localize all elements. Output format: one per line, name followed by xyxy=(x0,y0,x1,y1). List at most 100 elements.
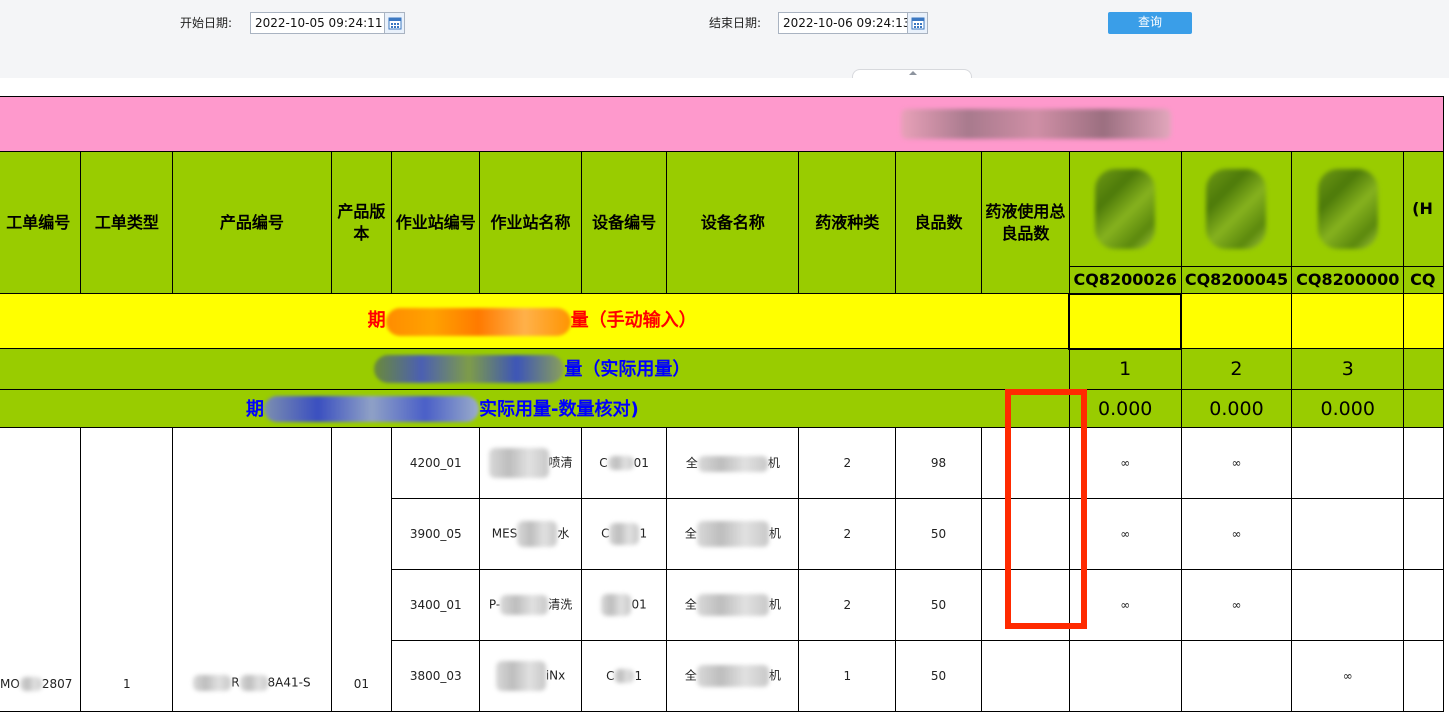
actual-usage-text: 量（实际用量） xyxy=(564,358,691,380)
report-title-row xyxy=(0,96,1444,152)
collapse-toggle[interactable] xyxy=(852,69,972,78)
table-row: MO 2807 1 R 8A41-S 01 4200_01 喷清 C 01 全机 2 … xyxy=(0,427,1444,712)
end-date-label: 结束日期: xyxy=(709,16,762,30)
equip-name-cell: 全机 xyxy=(666,427,800,499)
start-date-label: 开始日期: xyxy=(180,16,233,30)
good-qty-cell: 50 xyxy=(895,640,982,712)
redacted-mosaic xyxy=(1317,169,1378,249)
manual-input-row: 期量（手动输入） xyxy=(0,292,1444,350)
report-title xyxy=(0,96,1444,152)
start-calendar-button[interactable] xyxy=(384,13,404,33)
actual-check-label: 期实际用量-数量核对) xyxy=(0,389,1070,428)
station-no-cell: 4200_01 xyxy=(391,427,481,499)
col-chemical-total-good: 药液使用总良品数 xyxy=(980,151,1070,294)
station-name-cell: P- 清洗 xyxy=(479,569,582,641)
col-station-name: 作业站名称 xyxy=(479,151,582,294)
chem-type-cell: 1 xyxy=(798,640,897,712)
station-no-cell: 3900_05 xyxy=(391,498,481,570)
collapse-up-icon xyxy=(909,71,917,75)
manual-input-cell-2[interactable] xyxy=(1180,293,1293,349)
chem-3-cell xyxy=(1291,569,1405,641)
chem-2-cell: ∞ xyxy=(1180,498,1293,570)
chem-4-cell xyxy=(1403,569,1444,641)
end-calendar-button[interactable] xyxy=(907,13,927,33)
col-chemical-type: 药液种类 xyxy=(798,151,897,294)
chem-2-cell xyxy=(1180,640,1293,712)
actual-check-4 xyxy=(1403,389,1444,428)
calendar-icon xyxy=(911,17,925,30)
start-date-value: 2022-10-05 09:24:11 xyxy=(255,16,383,30)
chem-3-cell xyxy=(1291,498,1405,570)
redacted-mosaic xyxy=(1206,169,1267,249)
chem-3-cell: ∞ xyxy=(1291,640,1405,712)
annotation-highlight-box xyxy=(1005,389,1087,629)
manual-input-cell-3[interactable] xyxy=(1291,293,1405,349)
station-name-cell: iNx xyxy=(479,640,582,712)
good-qty-cell: 98 xyxy=(895,427,982,499)
start-date-input[interactable]: 2022-10-05 09:24:11 xyxy=(250,12,405,34)
col-equipment-name: 设备名称 xyxy=(666,151,800,294)
station-name-cell: MES 水 xyxy=(479,498,582,570)
chem-col-4-label: (H xyxy=(1403,151,1444,267)
filter-bar: 开始日期: 2022-10-05 09:24:11 结束日期: 2022-10-… xyxy=(0,0,1449,78)
chem-col-4-code: CQ xyxy=(1403,266,1444,294)
actual-check-2: 0.000 xyxy=(1180,389,1293,428)
header-row: 工单编号 工单类型 产品编号 产品版本 作业站编号 作业站名称 设备编号 设备名… xyxy=(0,151,1444,294)
work-order-no-cell: MO 2807 xyxy=(0,427,82,712)
work-order-type-cell: 1 xyxy=(80,427,174,712)
report-table: 工单编号 工单类型 产品编号 产品版本 作业站编号 作业站名称 设备编号 设备名… xyxy=(0,96,1444,712)
station-no-cell: 3400_01 xyxy=(391,569,481,641)
redacted-mosaic xyxy=(385,307,571,336)
col-work-order-no: 工单编号 xyxy=(0,151,82,294)
redacted-mosaic xyxy=(1095,169,1156,249)
equip-name-cell: 全机 xyxy=(666,640,800,712)
redacted-mosaic xyxy=(374,355,565,384)
manual-input-cell-4[interactable] xyxy=(1403,293,1444,349)
actual-usage-3: 3 xyxy=(1291,348,1405,390)
equip-no-cell: C1 xyxy=(580,498,668,570)
col-good-qty: 良品数 xyxy=(895,151,982,294)
col-equipment-no: 设备编号 xyxy=(580,151,668,294)
manual-input-cell-1[interactable] xyxy=(1068,292,1183,350)
chem-3-cell xyxy=(1291,427,1405,499)
manual-input-text: 量（手动输入） xyxy=(570,310,697,332)
chem-2-cell: ∞ xyxy=(1180,427,1293,499)
actual-usage-label: 量（实际用量） xyxy=(0,348,1070,390)
chem-type-cell: 2 xyxy=(798,427,897,499)
end-date-value: 2022-10-06 09:24:13 xyxy=(783,16,911,30)
chem-col-2-code: CQ8200045 xyxy=(1180,266,1293,294)
chem-col-3-code: CQ8200000 xyxy=(1291,266,1405,294)
chem-col-2-label xyxy=(1180,151,1293,267)
chem-type-cell: 2 xyxy=(798,498,897,570)
calendar-icon xyxy=(388,17,402,30)
col-work-order-type: 工单类型 xyxy=(80,151,174,294)
equip-no-cell: C1 xyxy=(580,640,668,712)
chem-col-1-label xyxy=(1068,151,1182,267)
actual-check-row: 期实际用量-数量核对) 0.000 0.000 0.000 xyxy=(0,389,1444,428)
end-date-input[interactable]: 2022-10-06 09:24:13 xyxy=(778,12,928,34)
chem-4-cell xyxy=(1403,640,1444,712)
chem-1-cell xyxy=(1068,640,1182,712)
chem-2-cell: ∞ xyxy=(1180,569,1293,641)
station-no-cell: 3800_03 xyxy=(391,640,481,712)
product-version-cell: 01 xyxy=(330,427,393,712)
actual-check-text: 实际用量-数量核对) xyxy=(479,398,639,420)
actual-usage-1: 1 xyxy=(1068,348,1182,390)
chem-4-cell xyxy=(1403,498,1444,570)
equip-name-cell: 全机 xyxy=(666,498,800,570)
actual-check-3: 0.000 xyxy=(1291,389,1405,428)
station-name-cell: 喷清 xyxy=(479,427,582,499)
query-button[interactable]: 查询 xyxy=(1108,12,1192,34)
equip-no-cell: 01 xyxy=(580,569,668,641)
redacted-mosaic xyxy=(264,396,480,423)
col-product-no: 产品编号 xyxy=(172,151,332,294)
product-no-cell: R 8A41-S xyxy=(172,427,332,712)
chem-col-1-code: CQ8200026 xyxy=(1068,266,1182,294)
col-product-version: 产品版本 xyxy=(330,151,393,294)
equip-name-cell: 全机 xyxy=(666,569,800,641)
chem-type-cell: 2 xyxy=(798,569,897,641)
actual-usage-4 xyxy=(1403,348,1444,390)
actual-usage-row: 量（实际用量） 1 2 3 xyxy=(0,348,1444,390)
actual-usage-2: 2 xyxy=(1180,348,1293,390)
chem-total-good-cell xyxy=(980,640,1070,712)
